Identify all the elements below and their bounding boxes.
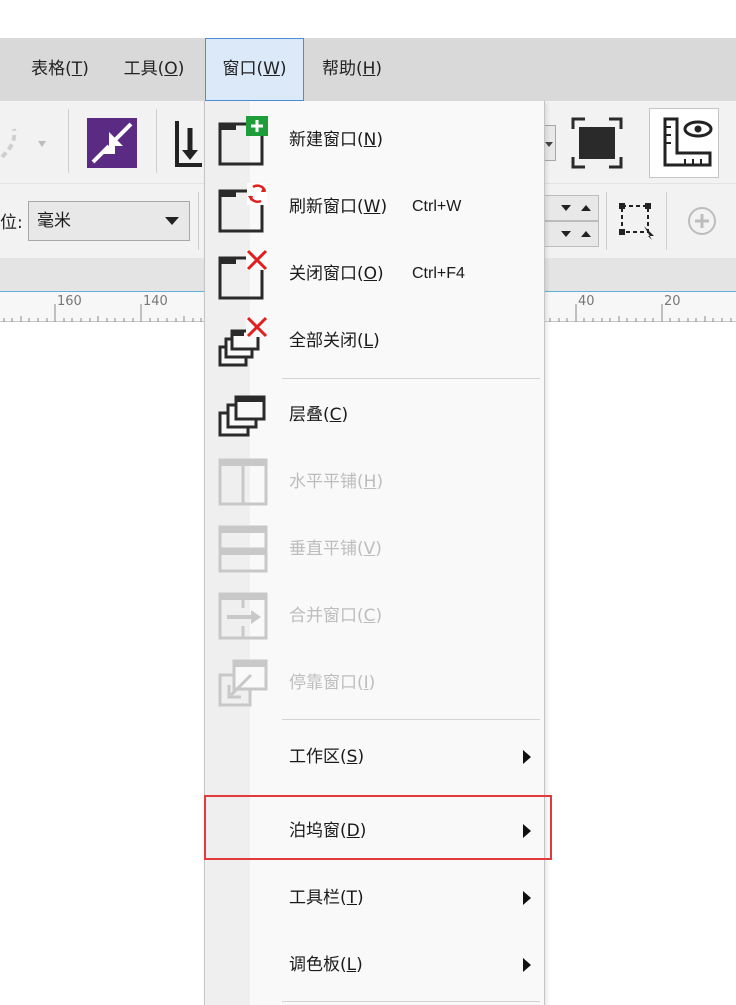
dock-window-icon: [218, 659, 268, 707]
menu-item-toolbars[interactable]: 工具栏(T): [205, 865, 544, 931]
menu-table-tail: ): [82, 59, 89, 79]
menu-item-shortcut: Ctrl+W: [412, 198, 462, 215]
menu-item-refresh-window[interactable]: 刷新窗口(W) Ctrl+W: [205, 174, 544, 240]
menu-item-close-window[interactable]: 关闭窗口(O) Ctrl+F4: [205, 241, 544, 307]
menu-item-label: 刷新窗口(W): [289, 197, 388, 217]
menu-item-label: 新建窗口(N): [289, 130, 383, 150]
menu-item-label: 全部关闭(L): [289, 331, 380, 351]
decrease-icon[interactable]: [561, 231, 571, 237]
rulers-icon: [663, 117, 713, 167]
menu-item-label: 垂直平铺(V): [289, 539, 382, 559]
nudge-spinner-top[interactable]: [545, 195, 599, 221]
chevron-down-icon: [165, 217, 179, 225]
menu-separator: [282, 1001, 540, 1002]
menu-item-color-palettes[interactable]: 调色板(L): [205, 932, 544, 998]
menu-item-workspace[interactable]: 工作区(S): [205, 724, 544, 790]
menu-item-new-window[interactable]: 新建窗口(N): [205, 107, 544, 173]
chevron-down-icon: [545, 142, 553, 147]
menu-window-accel: W: [263, 59, 280, 79]
menu-table[interactable]: 表格(T): [16, 38, 104, 101]
page-bounds-icon[interactable]: [616, 200, 656, 240]
window-menu-dropdown: 新建窗口(N) 刷新窗口(W) Ctrl+W 关闭窗口(O) Ctrl+F4 全…: [204, 101, 545, 1005]
redo-icon[interactable]: [0, 121, 60, 161]
import-icon[interactable]: [87, 118, 137, 168]
menu-item-label: 关闭窗口(O): [289, 264, 384, 284]
menu-tools-tail: ): [177, 59, 185, 79]
menu-separator: [282, 719, 540, 720]
export-icon[interactable]: [174, 118, 204, 168]
tile-horizontal-icon: [218, 458, 268, 506]
menu-item-label: 调色板(L): [289, 955, 363, 975]
close-all-icon: [218, 316, 268, 367]
submenu-arrow-icon: [523, 750, 531, 764]
menu-item-close-all[interactable]: 全部关闭(L): [205, 308, 544, 374]
menu-item-tile-horizontal[interactable]: 水平平铺(H): [205, 449, 544, 515]
menu-item-shortcut: Ctrl+F4: [412, 265, 465, 282]
menu-window-tail: ): [279, 59, 287, 79]
menu-item-dock-window[interactable]: 停靠窗口(I): [205, 650, 544, 716]
increase-icon[interactable]: [581, 205, 591, 211]
toolbar-divider: [68, 109, 69, 173]
property-bar-divider: [666, 192, 667, 250]
menu-table-label: 表格(: [31, 59, 72, 79]
new-window-icon: [218, 116, 268, 166]
increase-icon[interactable]: [581, 231, 591, 237]
zoom-dropdown[interactable]: [544, 125, 556, 161]
toolbar-divider: [156, 109, 157, 173]
cascade-icon: [218, 395, 266, 437]
menu-tools[interactable]: 工具(O): [110, 38, 198, 101]
menu-item-merge-windows[interactable]: 合并窗口(C): [205, 583, 544, 649]
menu-help-accel: H: [362, 59, 376, 79]
menu-item-label: 工作区(S): [289, 747, 365, 767]
menu-separator: [282, 378, 540, 379]
close-window-icon: [218, 249, 268, 300]
units-select[interactable]: 毫米: [28, 201, 190, 241]
submenu-arrow-icon: [523, 958, 531, 972]
menu-help-label: 帮助(: [321, 59, 363, 79]
add-icon[interactable]: [686, 205, 718, 237]
menu-help-tail: ): [375, 59, 383, 79]
menu-tools-label: 工具(: [123, 59, 165, 79]
property-bar-divider: [198, 192, 199, 250]
merge-windows-icon: [218, 592, 268, 640]
highlight-annotation: [204, 795, 552, 860]
menu-item-label: 水平平铺(H): [289, 472, 384, 492]
menu-item-label: 合并窗口(C): [289, 606, 383, 626]
menu-table-accel: T: [71, 59, 83, 79]
tile-vertical-icon: [218, 525, 268, 573]
menu-item-label: 工具栏(T): [289, 888, 364, 908]
menu-item-label: 层叠(C): [289, 405, 349, 425]
refresh-window-icon: [218, 183, 267, 233]
full-screen-icon[interactable]: [571, 117, 623, 169]
menu-item-label: 停靠窗口(I): [289, 673, 376, 693]
menu-item-tile-vertical[interactable]: 垂直平铺(V): [205, 516, 544, 582]
menu-tools-accel: O: [164, 59, 178, 79]
menu-window-label: 窗口(: [222, 59, 264, 79]
menu-item-cascade[interactable]: 层叠(C): [205, 382, 544, 448]
rulers-toggle-button[interactable]: [649, 108, 719, 178]
menu-help[interactable]: 帮助(H): [308, 38, 396, 101]
submenu-arrow-icon: [523, 891, 531, 905]
decrease-icon[interactable]: [561, 205, 571, 211]
menu-bar: 表格(T) 工具(O) 窗口(W) 帮助(H): [0, 38, 736, 101]
nudge-spinner-bottom[interactable]: [545, 221, 599, 247]
units-label: 位:: [0, 213, 23, 233]
units-select-value: 毫米: [37, 211, 71, 231]
menu-window[interactable]: 窗口(W): [205, 38, 304, 101]
property-bar-divider: [606, 192, 607, 250]
